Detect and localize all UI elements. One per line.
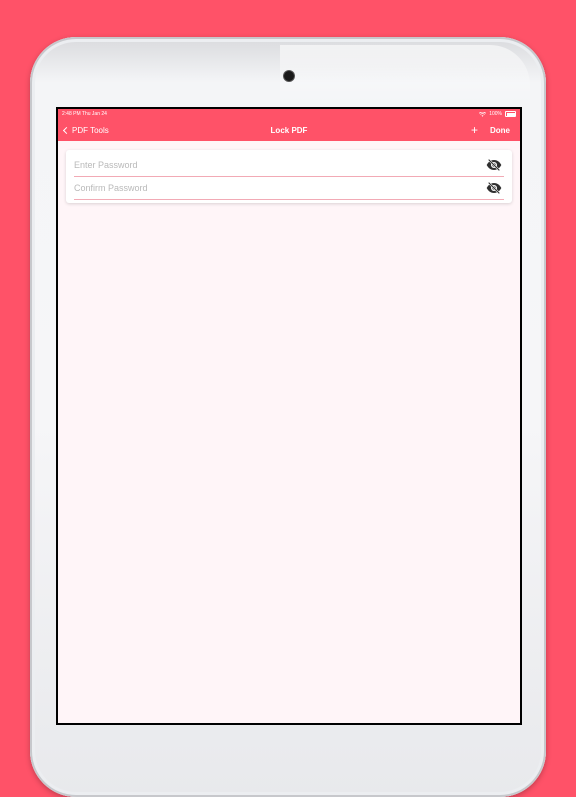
battery-percent: 100% — [489, 111, 502, 117]
password-input[interactable] — [74, 160, 461, 170]
confirm-password-input[interactable] — [74, 183, 461, 193]
navigation-bar: PDF Tools Lock PDF + Done — [58, 119, 520, 141]
status-right-group: 100% — [479, 111, 516, 117]
device-screen: 2:48 PM Thu Jan 24 100% PDF Tools Lock P… — [56, 107, 522, 725]
password-field-row — [74, 154, 504, 177]
eye-slash-icon[interactable] — [486, 159, 502, 171]
wifi-icon — [479, 111, 487, 117]
done-button[interactable]: Done — [490, 126, 510, 135]
bezel-highlight — [280, 45, 530, 105]
ipad-device-frame: 2:48 PM Thu Jan 24 100% PDF Tools Lock P… — [30, 37, 546, 797]
confirm-password-field-row — [74, 177, 504, 200]
app-window: 2:48 PM Thu Jan 24 100% PDF Tools Lock P… — [58, 109, 520, 723]
password-form-card — [66, 150, 512, 203]
page-title: Lock PDF — [270, 125, 308, 135]
eye-slash-icon[interactable] — [486, 182, 502, 194]
status-time-date: 2:48 PM Thu Jan 24 — [62, 111, 107, 117]
front-camera — [284, 71, 294, 81]
battery-icon — [505, 111, 516, 117]
plus-icon[interactable]: + — [471, 124, 478, 136]
nav-actions: + Done — [471, 119, 510, 141]
status-bar: 2:48 PM Thu Jan 24 100% — [58, 109, 520, 119]
